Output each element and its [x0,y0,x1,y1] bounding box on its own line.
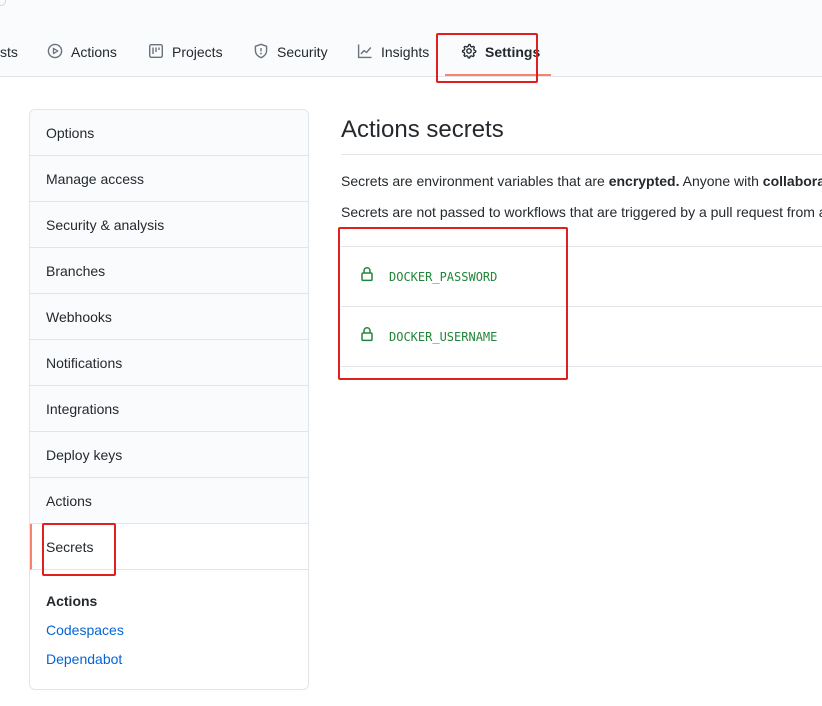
tab-label: Insights [381,44,430,60]
sidebar-item-manage-access[interactable]: Manage access [30,156,308,202]
sidebar-item-deploy-keys[interactable]: Deploy keys [30,432,308,478]
sidebar-item-notifications[interactable]: Notifications [30,340,308,386]
tab-label: Security [277,44,328,60]
repo-nav-bar: sts Actions Projects Security Insights S… [0,0,822,77]
tab-insights[interactable]: Insights [357,40,429,64]
secrets-pull-request-note: Secrets are not passed to workflows that… [341,204,822,220]
lock-icon [359,326,375,347]
tab-settings[interactable]: Settings [461,40,540,64]
sidebar-item-integrations[interactable]: Integrations [30,386,308,432]
tab-label: Actions [71,44,117,60]
shield-icon [253,43,269,62]
description-text: Secrets are environment variables that a… [341,173,609,189]
sidebar-link-dependabot[interactable]: Dependabot [46,651,122,667]
sidebar-item-label: Secrets [46,538,94,555]
sidebar-item-label: Options [46,124,95,141]
sidebar-link-codespaces[interactable]: Codespaces [46,622,124,638]
description-bold-encrypted: encrypted. [608,173,680,189]
tab-label: Settings [485,44,541,60]
sidebar-item-secrets[interactable]: Secrets [30,524,308,570]
secret-row[interactable]: DOCKER_PASSWORD [341,247,822,307]
project-icon [148,43,164,62]
sidebar-item-label: Notifications [46,354,123,371]
sidebar-item-webhooks[interactable]: Webhooks [30,294,308,340]
settings-sidebar: Options Manage access Security & analysi… [29,109,309,690]
selected-tab-underline [445,74,551,76]
tab-actions[interactable]: Actions [47,40,117,64]
description-bold-collaborators: collaborato [762,173,822,189]
sidebar-item-security-analysis[interactable]: Security & analysis [30,202,308,248]
tab-projects[interactable]: Projects [148,40,223,64]
lock-icon [359,266,375,287]
description-text: Anyone with [679,173,763,189]
sidebar-item-label: Integrations [46,400,120,417]
tab-pull-requests[interactable]: sts [0,40,18,64]
sidebar-item-label: Branches [46,262,106,279]
sidebar-item-label: Security & analysis [46,216,165,233]
graph-icon [357,43,373,62]
nav-corner-decoration [0,0,6,6]
sidebar-section-heading: Actions [46,593,98,609]
sidebar-item-actions[interactable]: Actions [30,478,308,524]
page-title: Actions secrets [341,116,504,143]
secrets-list: DOCKER_PASSWORD DOCKER_USERNAME [341,246,822,368]
title-divider [341,154,822,155]
sidebar-item-branches[interactable]: Branches [30,248,308,294]
tab-security[interactable]: Security [253,40,328,64]
secret-name: DOCKER_PASSWORD [389,269,498,284]
gear-icon [461,43,477,62]
sidebar-item-label: Deploy keys [46,446,123,463]
secret-row[interactable]: DOCKER_USERNAME [341,307,822,367]
play-icon [47,43,63,62]
sidebar-item-label: Actions [46,492,92,509]
secrets-description: Secrets are environment variables that a… [341,173,822,189]
tab-label: sts [0,44,18,60]
tab-label: Projects [172,44,223,60]
sidebar-item-label: Manage access [46,170,145,187]
sidebar-item-label: Webhooks [46,308,112,325]
sidebar-item-options[interactable]: Options [30,110,308,156]
secret-name: DOCKER_USERNAME [389,329,498,344]
